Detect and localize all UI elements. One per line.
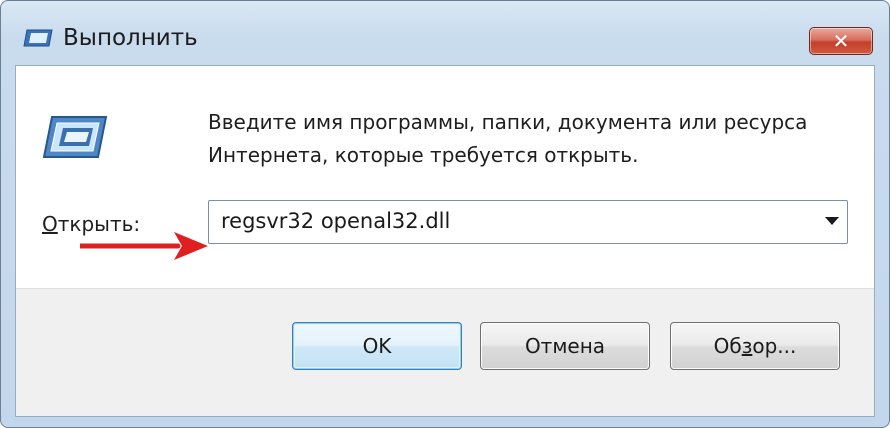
open-label-accelerator: О — [42, 212, 58, 236]
dialog-body: Введите имя программы, папки, документа … — [15, 65, 875, 417]
cancel-button[interactable]: Отмена — [480, 322, 650, 370]
cancel-button-label: Отмена — [524, 334, 606, 358]
red-arrow-annotation — [80, 232, 208, 260]
open-input[interactable]: regsvr32 openal32.dll — [221, 209, 450, 233]
title-bar[interactable]: Выполнить ✕ — [1, 1, 889, 65]
run-dialog-icon — [23, 29, 53, 47]
ok-button-label: OK — [362, 334, 392, 358]
close-button[interactable]: ✕ — [809, 27, 873, 55]
instruction-text: Введите имя программы, папки, документа … — [208, 110, 808, 167]
window-title: Выполнить — [63, 25, 198, 51]
browse-button-label: Обзор... — [714, 334, 797, 358]
browse-button[interactable]: Обзор... — [670, 322, 840, 370]
run-program-icon — [42, 116, 108, 158]
ok-button[interactable]: OK — [292, 322, 462, 370]
browse-label-accelerator: з — [741, 334, 753, 358]
browse-label-prefix: Об — [713, 334, 742, 358]
browse-label-rest: ор... — [752, 334, 797, 358]
close-icon: ✕ — [832, 29, 850, 53]
chevron-down-icon[interactable] — [825, 217, 839, 225]
open-combobox[interactable]: regsvr32 openal32.dll — [208, 200, 848, 244]
run-dialog-window: Выполнить ✕ Введите имя программы, папки… — [0, 0, 890, 428]
